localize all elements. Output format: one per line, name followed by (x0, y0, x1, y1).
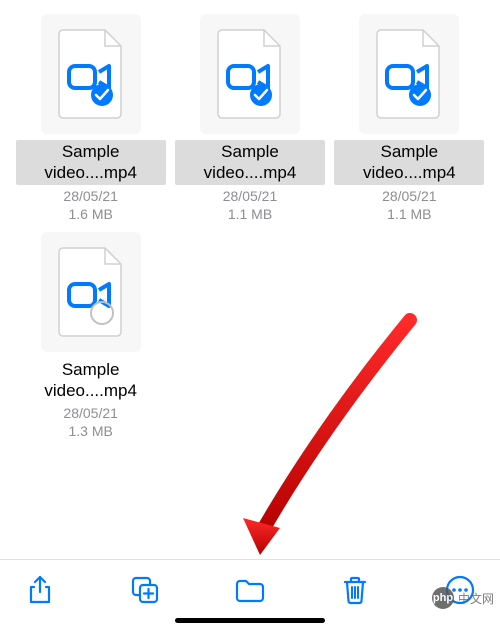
file-size: 1.6 MB (68, 206, 112, 222)
files-grid: Sample video....mp4 28/05/21 1.6 MB Samp… (0, 0, 500, 453)
file-thumbnail (359, 14, 459, 134)
file-date: 28/05/21 (223, 188, 278, 204)
file-item[interactable]: Sample video....mp4 28/05/21 1.1 MB (173, 14, 326, 222)
file-item[interactable]: Sample video....mp4 28/05/21 1.3 MB (14, 232, 167, 440)
duplicate-icon (130, 575, 160, 605)
file-item[interactable]: Sample video....mp4 28/05/21 1.6 MB (14, 14, 167, 222)
folder-icon (234, 576, 266, 604)
video-file-icon (214, 28, 286, 120)
file-size: 1.3 MB (68, 423, 112, 439)
video-file-icon (55, 28, 127, 120)
share-icon (26, 575, 54, 605)
file-name: Sample video....mp4 (16, 358, 166, 403)
file-name: Sample video....mp4 (16, 140, 166, 185)
file-size: 1.1 MB (387, 206, 431, 222)
video-file-icon (55, 246, 127, 338)
file-date: 28/05/21 (63, 188, 118, 204)
duplicate-button[interactable] (127, 572, 163, 608)
file-thumbnail (41, 232, 141, 352)
home-indicator[interactable] (175, 618, 325, 623)
file-item[interactable]: Sample video....mp4 28/05/21 1.1 MB (333, 14, 486, 222)
delete-button[interactable] (337, 572, 373, 608)
file-date: 28/05/21 (63, 405, 118, 421)
watermark: php 中文网 (432, 587, 494, 609)
file-date: 28/05/21 (382, 188, 437, 204)
video-file-icon (373, 28, 445, 120)
file-name: Sample video....mp4 (175, 140, 325, 185)
watermark-text: 中文网 (458, 590, 494, 607)
move-button[interactable] (232, 572, 268, 608)
file-thumbnail (41, 14, 141, 134)
watermark-logo: php (432, 587, 454, 609)
file-size: 1.1 MB (228, 206, 272, 222)
file-name: Sample video....mp4 (334, 140, 484, 185)
trash-icon (342, 575, 368, 605)
share-button[interactable] (22, 572, 58, 608)
file-thumbnail (200, 14, 300, 134)
